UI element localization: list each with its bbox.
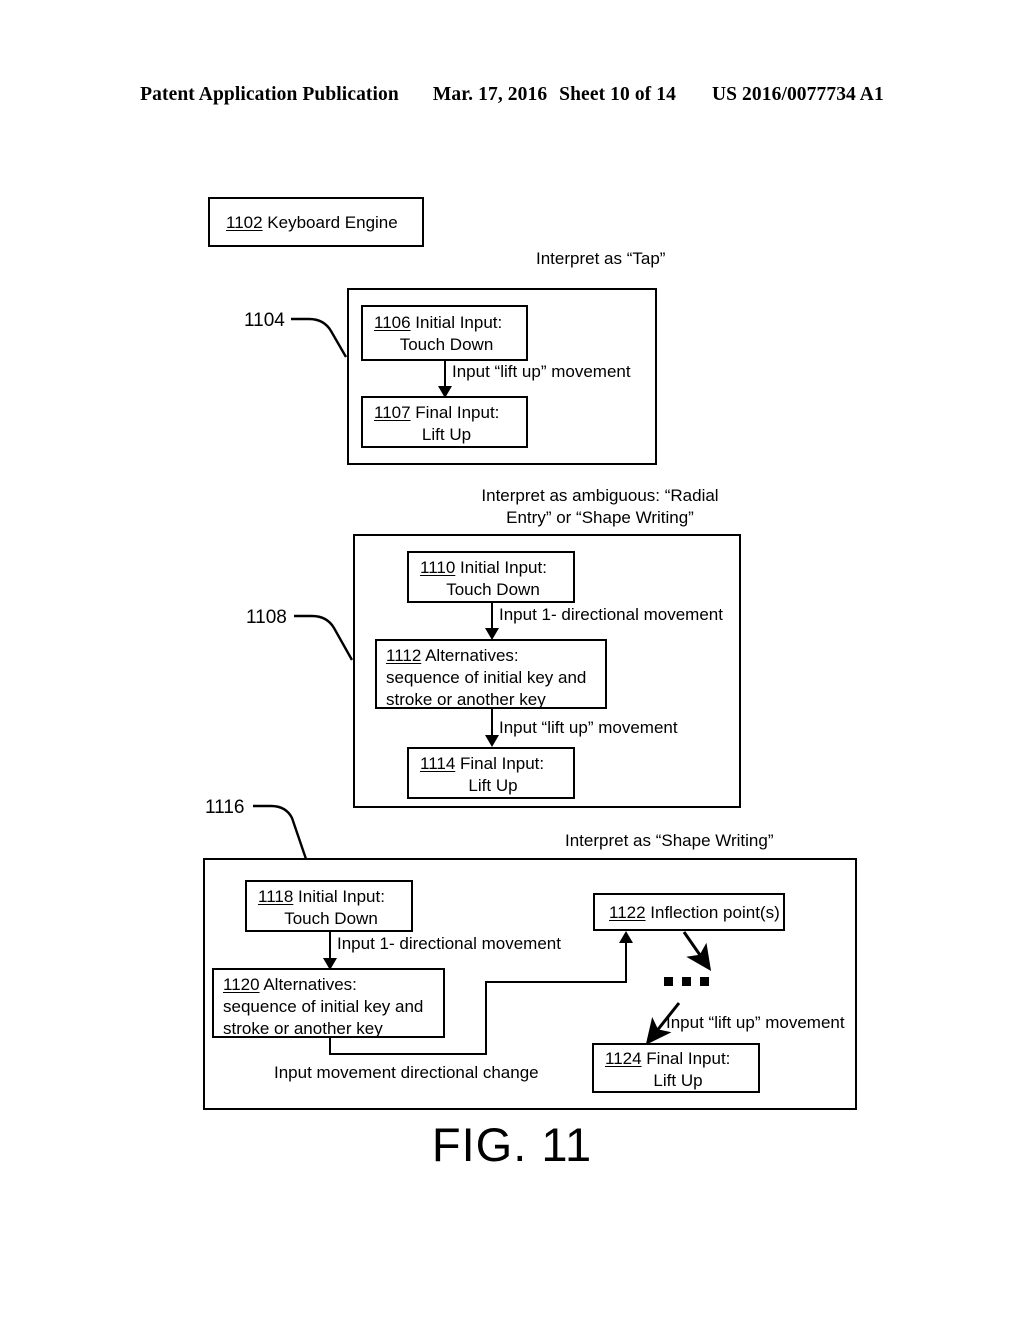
node-1110-line2: Touch Down [446,580,540,599]
node-1118-line1: Initial Input: [293,887,385,906]
annotation-lift-up-1104: Input “lift up” movement [452,362,631,381]
node-1107-line2: Lift Up [421,425,472,444]
leader-number-1116: 1116 [205,797,245,818]
node-1114-line2: Lift Up [468,776,518,795]
node-1110-text: 1110 Initial Input: Touch Down [420,557,566,601]
node-1110: 1110 Initial Input: Touch Down [407,551,575,603]
node-1112: 1112 Alternatives: sequence of initial k… [375,639,607,709]
arrowhead-1112-to-1114 [485,735,499,747]
node-1120-line2: sequence of initial key and [223,997,424,1016]
annotation-interpret-ambiguous-line1: Interpret as ambiguous: “Radial [481,486,719,505]
node-keyboard-engine-text: 1102 Keyboard Engine [226,212,416,234]
node-1124: 1124 Final Input: Lift Up [592,1043,760,1093]
connector-1112-to-1114 [491,709,493,737]
annotation-lift-up-1108: Input “lift up” movement [499,718,678,737]
node-keyboard-engine: 1102 Keyboard Engine [208,197,424,247]
leader-number-1104: 1104 [244,310,285,331]
node-1114-text: 1114 Final Input: Lift Up [420,753,566,797]
node-1120-line3: stroke or another key [223,1019,383,1038]
node-1118-line2: Touch Down [284,909,378,928]
node-1114: 1114 Final Input: Lift Up [407,747,575,799]
node-1107-ref: 1107 [374,403,411,422]
node-1120-ref: 1120 [223,975,260,994]
node-1114-line1: Final Input: [455,754,545,773]
header-patent-number: US 2016/0077734 A1 [711,84,884,105]
node-1112-line3: stroke or another key [386,690,546,709]
node-1124-line1: Final Input: [641,1049,731,1068]
connector-1110-to-1112 [491,603,493,630]
annotation-lift-up-1116: Input “lift up” movement [666,1013,845,1032]
annotation-interpret-shape-writing: Interpret as “Shape Writing” [565,831,774,850]
feedback-segment-up-to-1122 [625,943,627,983]
annotation-interpret-ambiguous: Interpret as ambiguous: “Radial Entry” o… [455,485,745,529]
node-1112-line1: Alternatives: [421,646,519,665]
annotation-interpret-tap: Interpret as “Tap” [536,249,666,268]
connector-1118-to-1120 [329,932,331,960]
ellipsis-dot-1 [664,977,673,986]
node-1122-text: 1122 Inflection point(s) [609,902,781,924]
annotation-interpret-ambiguous-line2: Entry” or “Shape Writing” [506,508,694,527]
node-1112-line2: sequence of initial key and [386,668,587,687]
node-1110-ref: 1110 [420,558,456,577]
node-1112-text: 1112 Alternatives: sequence of initial k… [386,645,601,711]
figure-caption: FIG. 11 [431,1118,593,1171]
node-1118-ref: 1118 [258,887,294,906]
node-1118-text: 1118 Initial Input: Touch Down [258,886,404,930]
header-sheet: Sheet 10 of 14 [559,84,676,105]
node-1120-text: 1120 Alternatives: sequence of initial k… [223,974,439,1040]
node-1106-ref: 1106 [374,313,411,332]
node-keyboard-engine-ref: 1102 [226,213,263,232]
header-date: Mar. 17, 2016 [432,84,548,105]
ellipsis-dot-3 [700,977,709,986]
node-1120: 1120 Alternatives: sequence of initial k… [212,968,445,1038]
node-1124-text: 1124 Final Input: Lift Up [605,1048,751,1092]
node-1114-ref: 1114 [420,754,456,773]
arrowhead-into-1122 [619,931,633,943]
node-1107-line1: Final Input: [410,403,500,422]
annotation-directional-change: Input movement directional change [274,1063,539,1082]
node-1106-text: 1106 Initial Input: Touch Down [374,312,519,356]
node-1106-line2: Touch Down [399,335,494,354]
connector-1106-to-1107 [444,361,446,388]
annotation-directional-movement-1108: Input 1- directional movement [499,605,723,624]
ellipsis-dot-2 [682,977,691,986]
node-1118: 1118 Initial Input: Touch Down [245,880,413,932]
patent-figure-page: Patent Application Publication Mar. 17, 2… [0,0,1024,1320]
node-1122-ref: 1122 [609,903,646,922]
node-1110-line1: Initial Input: [455,558,547,577]
node-1106-line1: Initial Input: [410,313,503,332]
node-1124-ref: 1124 [605,1049,642,1068]
node-1112-ref: 1112 [386,646,422,665]
header-publication: Patent Application Publication [140,84,399,105]
node-1107-text: 1107 Final Input: Lift Up [374,402,519,446]
feedback-segment-up-mid [485,981,487,1055]
feedback-segment-right-lower [329,1053,487,1055]
node-1122-line1: Inflection point(s) [645,903,780,922]
node-1120-line1: Alternatives: [259,975,357,994]
leader-number-1108: 1108 [246,607,287,628]
node-1107: 1107 Final Input: Lift Up [361,396,528,448]
annotation-directional-movement-1116: Input 1- directional movement [337,934,561,953]
node-1106: 1106 Initial Input: Touch Down [361,305,528,361]
node-1124-line2: Lift Up [653,1071,703,1090]
page-header: Patent Application Publication Mar. 17, 2… [0,84,1024,106]
node-keyboard-engine-label: Keyboard Engine [262,213,398,232]
feedback-segment-right-upper [485,981,627,983]
node-1122: 1122 Inflection point(s) [593,893,785,931]
